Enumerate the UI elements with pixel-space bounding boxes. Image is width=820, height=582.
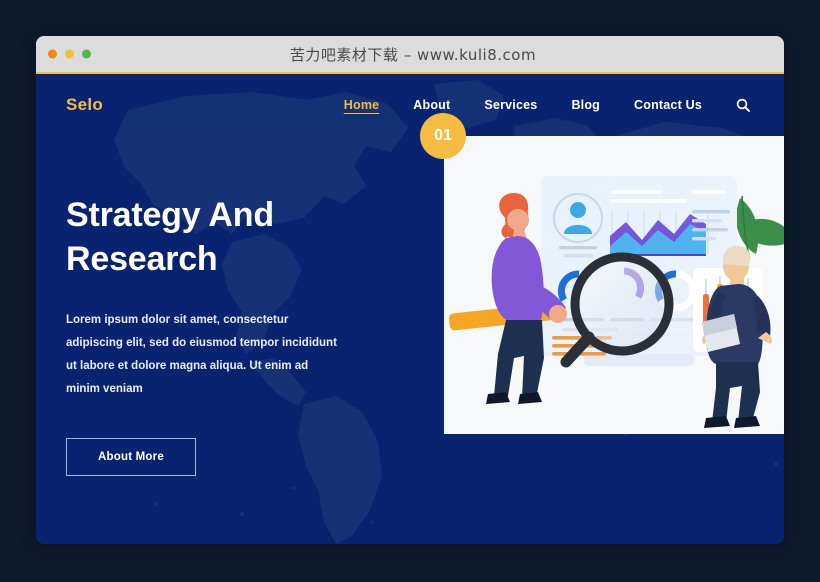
hero-description: Lorem ipsum dolor sit amet, consectetur … — [66, 314, 337, 396]
close-window-button[interactable] — [48, 49, 57, 59]
nav-item-services[interactable]: Services — [484, 98, 537, 112]
hero-title: Strategy And Research — [66, 196, 274, 278]
search-icon[interactable] — [736, 98, 750, 112]
hero-illustration-column: 01 — [406, 113, 784, 476]
browser-window: 苦力吧素材下载 – www.kuli8.com Selo Home About … — [36, 36, 784, 544]
data-research-illustration — [444, 136, 784, 434]
hero-section: Selo Home About Services Blog Contact Us — [36, 74, 784, 544]
nav-item-blog[interactable]: Blog — [571, 98, 600, 112]
hero-body: Strategy And Research Lorem ipsum dolor … — [36, 113, 784, 477]
nav-item-about[interactable]: About — [413, 98, 450, 112]
hero-text-column: Strategy And Research Lorem ipsum dolor … — [36, 136, 406, 477]
minimize-window-button[interactable] — [65, 49, 74, 59]
site-logo[interactable]: Selo — [66, 95, 103, 115]
window-traffic-lights — [48, 49, 91, 59]
maximize-window-button[interactable] — [82, 49, 91, 59]
page-canvas: 苦力吧素材下载 – www.kuli8.com Selo Home About … — [0, 0, 820, 582]
browser-titlebar: 苦力吧素材下载 – www.kuli8.com — [36, 36, 784, 74]
nav-item-contact-us[interactable]: Contact Us — [634, 98, 702, 112]
nav-item-home[interactable]: Home — [344, 98, 380, 112]
site-navbar: Selo Home About Services Blog Contact Us — [36, 74, 784, 136]
about-more-button[interactable]: About More — [66, 438, 196, 477]
window-title: 苦力吧素材下载 – www.kuli8.com — [289, 45, 537, 64]
nav-links: Home About Services Blog Contact Us — [344, 98, 750, 112]
